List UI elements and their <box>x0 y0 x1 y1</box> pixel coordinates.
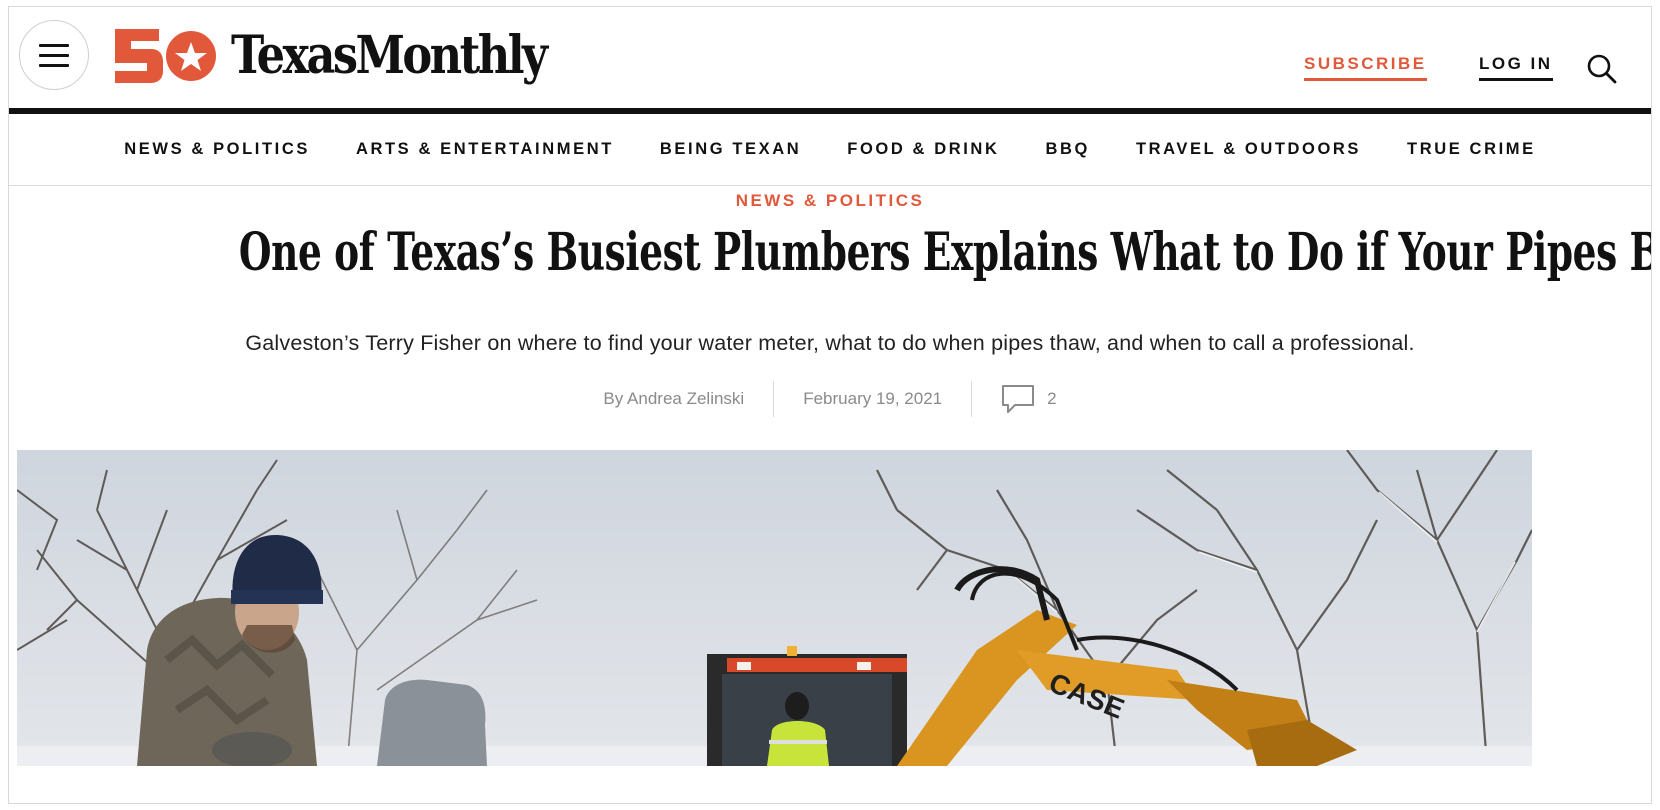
search-icon <box>1587 54 1617 84</box>
site-header: TexasMonthly SUBSCRIBE LOG IN <box>9 7 1651 114</box>
section-nav: NEWS & POLITICS ARTS & ENTERTAINMENT BEI… <box>9 114 1651 186</box>
nav-item-being-texan[interactable]: BEING TEXAN <box>660 140 801 159</box>
publish-date: February 19, 2021 <box>803 389 943 408</box>
nav-item-arts-entertainment[interactable]: ARTS & ENTERTAINMENT <box>356 140 614 159</box>
hamburger-menu-icon <box>39 43 69 47</box>
hero-photo-illustration: CASE <box>17 450 1532 766</box>
nav-item-food-drink[interactable]: FOOD & DRINK <box>847 140 999 159</box>
search-button[interactable] <box>1585 52 1619 86</box>
article-dek: Galveston’s Terry Fisher on where to fin… <box>245 331 1415 355</box>
article-meta: By Andrea Zelinski February 19, 2021 2 <box>9 379 1651 419</box>
logo-wordmark: TexasMonthly <box>231 25 548 86</box>
byline[interactable]: By Andrea Zelinski <box>603 389 773 409</box>
article-headline: One of Texas’s Busiest Plumbers Explains… <box>238 222 1652 283</box>
anniversary-50-logo-icon <box>115 29 216 83</box>
article-category[interactable]: NEWS & POLITICS <box>9 191 1651 211</box>
comment-count: 2 <box>1047 389 1057 408</box>
nav-item-bbq[interactable]: BBQ <box>1045 140 1089 159</box>
hero-image: CASE <box>17 450 1532 766</box>
nav-item-travel-outdoors[interactable]: TRAVEL & OUTDOORS <box>1136 140 1361 159</box>
menu-button[interactable] <box>19 20 89 90</box>
comment-bubble-icon <box>1002 385 1035 413</box>
site-logo[interactable]: TexasMonthly <box>113 21 597 91</box>
subscribe-link[interactable]: SUBSCRIBE <box>1304 54 1427 81</box>
nav-item-true-crime[interactable]: TRUE CRIME <box>1407 140 1536 159</box>
comments-link[interactable]: 2 <box>972 384 1057 414</box>
login-link[interactable]: LOG IN <box>1479 54 1553 81</box>
nav-item-news-politics[interactable]: NEWS & POLITICS <box>124 140 310 159</box>
page-frame: TexasMonthly SUBSCRIBE LOG IN NEWS & POL… <box>8 6 1652 804</box>
